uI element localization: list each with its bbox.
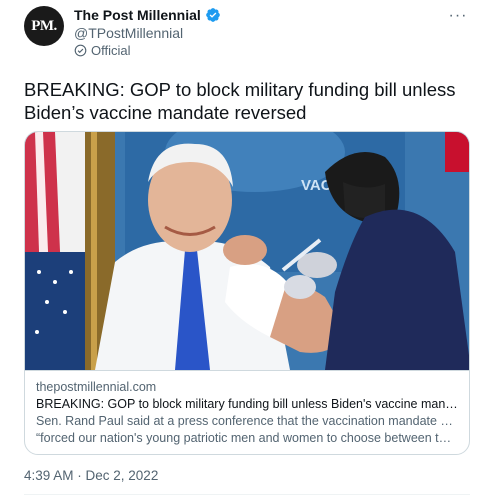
author-avatar[interactable]: PM. <box>24 6 64 46</box>
more-options-icon[interactable]: ··· <box>448 6 468 26</box>
author-display-name[interactable]: The Post Millennial <box>74 7 201 23</box>
name-row: The Post Millennial <box>74 7 221 23</box>
author-handle[interactable]: @TPostMillennial <box>74 25 221 41</box>
tweet-header: PM. The Post Millennial @TPostMillennial… <box>24 6 468 58</box>
link-card-description: Sen. Rand Paul said at a press conferenc… <box>36 413 458 447</box>
vaccination-photo: VACC <box>25 132 469 370</box>
official-label: Official <box>74 43 221 58</box>
link-card-meta: thepostmillennial.com BREAKING: GOP to b… <box>25 370 469 447</box>
tweet-timestamp[interactable]: 4:39 AM · Dec 2, 2022 <box>24 468 158 483</box>
link-card-description-line1: Sen. Rand Paul said at a press conferenc… <box>36 414 458 428</box>
verified-badge-icon <box>205 8 220 22</box>
link-card-title[interactable]: BREAKING: GOP to block military funding … <box>36 396 458 413</box>
link-card-description-line2: “forced our nation's young patriotic men… <box>36 431 458 445</box>
link-card[interactable]: VACC thepostmillennial.com BREAKING: GOP… <box>24 131 470 455</box>
author-info: The Post Millennial @TPostMillennial Off… <box>74 7 221 58</box>
link-card-image[interactable]: VACC <box>25 132 469 370</box>
link-card-domain: thepostmillennial.com <box>36 380 157 394</box>
official-label-icon <box>74 44 87 57</box>
tweet-text: BREAKING: GOP to block military funding … <box>24 79 456 123</box>
official-label-text: Official <box>91 43 131 58</box>
divider <box>24 494 470 495</box>
